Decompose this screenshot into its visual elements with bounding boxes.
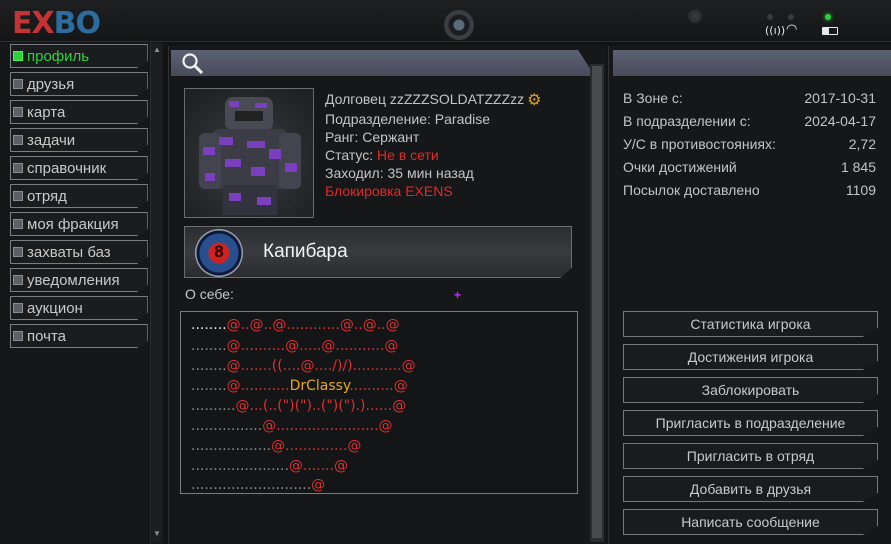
- about-line: ..........@...(..(")(")..(")(").)......@: [191, 398, 407, 414]
- nav-marker-icon: [13, 107, 23, 117]
- indicator-light: [767, 14, 773, 20]
- battery-icon: [822, 27, 838, 35]
- nav-marker-icon: [13, 51, 23, 61]
- block-button[interactable]: Заблокировать: [623, 377, 878, 403]
- signal-icon: ((ı)): [765, 24, 786, 37]
- sidebar-item-mail[interactable]: почта: [10, 324, 148, 348]
- clan-name: Капибара: [263, 241, 348, 262]
- clan-bar[interactable]: 8 Капибара: [184, 226, 572, 278]
- sidebar-scrollbar[interactable]: ▲ ▼: [150, 43, 162, 543]
- about-line: ................@.......................…: [191, 418, 393, 434]
- about-text-box: ........@..@..@............@..@..@ .....…: [180, 311, 578, 494]
- clan-emblem-icon: 8: [195, 229, 243, 277]
- armored-soldier-icon: [199, 97, 301, 215]
- top-bar: EXBO ((ı)) ◠: [0, 0, 891, 42]
- nav-marker-icon: [13, 247, 23, 257]
- nav-marker-icon: [13, 331, 23, 341]
- nav-marker-icon: [13, 275, 23, 285]
- sidebar-item-friends[interactable]: друзья: [10, 72, 148, 96]
- stat-zone-since: В Зоне с: 2017-10-31: [623, 90, 876, 106]
- about-line: ..................@..............@: [191, 438, 362, 454]
- sidebar-item-map[interactable]: карта: [10, 100, 148, 124]
- sidebar-item-auction[interactable]: аукцион: [10, 296, 148, 320]
- profile-header: [171, 50, 595, 76]
- player-status: Статус: Не в сети: [325, 147, 439, 163]
- nav-marker-icon: [13, 79, 23, 89]
- profile-scrollbar[interactable]: [590, 64, 604, 542]
- nav-marker-icon: [13, 135, 23, 145]
- wifi-icon: ◠: [786, 22, 798, 37]
- about-line: ........@..........@.....@...........@: [191, 338, 399, 354]
- invite-squad-button[interactable]: Пригласить в отряд: [623, 443, 878, 469]
- about-line: ........@...........DrClassy..........@: [191, 378, 408, 394]
- player-rank: Ранг: Сержант: [325, 129, 420, 145]
- stat-division-since: В подразделении с: 2024-04-17: [623, 113, 876, 129]
- about-line: ......................@.......@: [191, 458, 349, 474]
- stat-kd-ratio: У/С в противостояниях: 2,72: [623, 136, 876, 152]
- stats-header: [613, 50, 891, 76]
- add-friend-button[interactable]: Добавить в друзья: [623, 476, 878, 502]
- indicator-light: [788, 14, 794, 20]
- stat-achievement-points: Очки достижений 1 845: [623, 159, 876, 175]
- nav-marker-icon: [13, 163, 23, 173]
- scroll-up-icon[interactable]: ▲: [152, 45, 162, 55]
- nav-marker-icon: [13, 303, 23, 313]
- nav-marker-icon: [13, 191, 23, 201]
- achievements-button[interactable]: Достижения игрока: [623, 344, 878, 370]
- camera-icon: [444, 10, 474, 40]
- invite-division-button[interactable]: Пригласить в подразделение: [623, 410, 878, 436]
- scroll-down-icon[interactable]: ▼: [152, 529, 162, 539]
- nav-marker-icon: [13, 219, 23, 229]
- about-line: ........@.......((....@..../)/).........…: [191, 358, 416, 374]
- status-badge: Не в сети: [377, 147, 439, 163]
- sidebar-item-handbook[interactable]: справочник: [10, 156, 148, 180]
- ban-status: Блокировка EXENS: [325, 183, 453, 199]
- about-label: О себе:: [185, 286, 234, 302]
- sidebar-item-base-captures[interactable]: захваты баз: [10, 240, 148, 264]
- plus-icon[interactable]: +: [454, 288, 461, 302]
- about-line: ........@..@..@............@..@..@: [191, 317, 400, 333]
- player-avatar: [184, 88, 314, 218]
- power-indicator: [825, 14, 831, 20]
- stat-parcels-delivered: Посылок доставлено 1109: [623, 182, 876, 198]
- search-icon[interactable]: [181, 52, 205, 76]
- player-name: Долговец zzZZZSOLDATZZZzz ⚙: [325, 91, 542, 109]
- gear-icon: ⚙: [527, 92, 542, 109]
- sidebar-item-profile[interactable]: профиль: [10, 44, 148, 68]
- player-last-seen: Заходил: 35 мин назад: [325, 165, 474, 181]
- sidebar-item-tasks[interactable]: задачи: [10, 128, 148, 152]
- about-line: ...........................@: [191, 477, 326, 493]
- sensor-icon: [688, 9, 702, 23]
- player-stats-button[interactable]: Статистика игрока: [623, 311, 878, 337]
- sidebar-item-notifications[interactable]: уведомления: [10, 268, 148, 292]
- sidebar-item-faction[interactable]: моя фракция: [10, 212, 148, 236]
- send-message-button[interactable]: Написать сообщение: [623, 509, 878, 535]
- app-logo: EXBO: [12, 6, 101, 41]
- scroll-thumb[interactable]: [592, 66, 602, 538]
- player-division: Подразделение: Paradise: [325, 111, 491, 127]
- sidebar-item-squad[interactable]: отряд: [10, 184, 148, 208]
